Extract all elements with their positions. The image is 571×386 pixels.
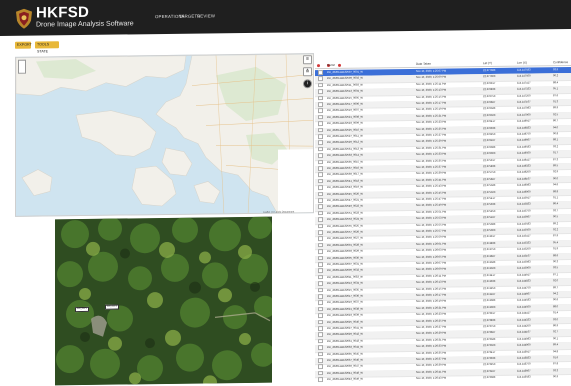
row-checkbox[interactable] <box>318 370 323 376</box>
row-checkbox[interactable] <box>318 178 323 184</box>
row-checkbox[interactable] <box>318 127 323 133</box>
export-button[interactable]: EXPORT <box>15 41 32 49</box>
table-cell: 114.143583 <box>517 375 531 379</box>
row-checkbox[interactable] <box>318 294 323 299</box>
row-checkbox[interactable] <box>318 70 323 75</box>
row-checkbox[interactable] <box>318 345 323 350</box>
row-checkbox[interactable] <box>318 153 323 158</box>
row-checkbox[interactable] <box>318 204 323 210</box>
column-date-taken[interactable]: Date Taken <box>416 62 431 66</box>
row-checkbox[interactable] <box>318 140 323 146</box>
row-checkbox[interactable] <box>318 338 323 344</box>
row-checkbox[interactable] <box>318 198 323 203</box>
row-checkbox[interactable] <box>318 95 323 101</box>
table-cell: 90.9 <box>553 375 559 379</box>
row-checkbox[interactable] <box>318 262 323 267</box>
top-bar: HKFSD Drone Image Analysis Software OPER… <box>0 0 571 37</box>
app-subtitle: Drone Image Analysis Software <box>36 20 134 29</box>
table-cell: 22.273083 <box>483 376 496 380</box>
table-body: DJI_20201111132507_0001_W Nov 10, 2020, 1… <box>315 51 571 383</box>
row-checkbox[interactable] <box>318 76 323 82</box>
row-checkbox[interactable] <box>318 210 323 216</box>
row-checkbox[interactable] <box>318 89 323 94</box>
share-icon[interactable]: ⋔ <box>303 67 312 77</box>
column-lon[interactable]: Lon (X) <box>517 61 527 65</box>
row-checkbox[interactable] <box>318 134 323 139</box>
row-checkbox[interactable] <box>318 377 323 382</box>
row-checkbox[interactable] <box>318 172 323 178</box>
zoom-control[interactable] <box>18 59 26 74</box>
aerial-image[interactable]: DJI_0071 DJI_0073 <box>55 216 272 386</box>
table-toolbar <box>317 54 344 68</box>
row-checkbox[interactable] <box>318 300 323 306</box>
row-checkbox[interactable] <box>318 364 323 370</box>
map-view[interactable] <box>15 53 314 217</box>
row-checkbox[interactable] <box>318 313 323 318</box>
info-icon[interactable]: i <box>303 79 312 89</box>
row-checkbox[interactable] <box>318 287 323 293</box>
row-checkbox[interactable] <box>318 351 323 357</box>
tools-state-button[interactable]: TOOLS STATE <box>35 41 59 54</box>
row-checkbox[interactable] <box>318 114 323 120</box>
map-toolbar: ≡ ⋔ i <box>303 55 312 91</box>
column-name[interactable]: Name <box>327 63 335 67</box>
row-checkbox[interactable] <box>318 242 323 248</box>
detection-tag[interactable]: DJI_0073 <box>105 304 119 310</box>
row-checkbox[interactable] <box>318 223 323 229</box>
row-checkbox[interactable] <box>318 159 323 165</box>
map-canvas <box>15 53 314 217</box>
layers-icon[interactable]: ≡ <box>303 55 312 65</box>
row-checkbox[interactable] <box>318 332 323 338</box>
row-checkbox[interactable] <box>318 249 323 254</box>
image-table: Name Date Taken Lat (Y) Lon (X) Confiden… <box>315 51 571 383</box>
table-cell: DJI_20201111132643_0049_W <box>327 377 363 382</box>
row-checkbox[interactable] <box>318 185 323 190</box>
aerial-photo <box>55 216 272 386</box>
row-checkbox[interactable] <box>318 306 323 312</box>
column-lat[interactable]: Lat (Y) <box>483 61 492 65</box>
row-checkbox[interactable] <box>318 268 323 274</box>
map-attribution: Leaflet | © Lands Department <box>263 210 295 214</box>
row-checkbox[interactable] <box>318 82 323 88</box>
row-checkbox[interactable] <box>318 236 323 242</box>
app-window: HKFSD Drone Image Analysis Software OPER… <box>0 0 571 386</box>
row-checkbox[interactable] <box>318 166 323 171</box>
row-checkbox[interactable] <box>318 281 323 286</box>
row-checkbox[interactable] <box>318 108 323 114</box>
row-checkbox[interactable] <box>318 255 323 261</box>
app-title: HKFSD <box>36 3 90 22</box>
detection-tag[interactable]: DJI_0071 <box>75 306 89 312</box>
row-checkbox[interactable] <box>318 358 323 363</box>
row-checkbox[interactable] <box>318 230 323 235</box>
row-checkbox[interactable] <box>318 326 323 331</box>
row-checkbox[interactable] <box>318 146 323 152</box>
fire-services-badge-icon <box>16 8 32 29</box>
row-checkbox[interactable] <box>318 319 323 325</box>
row-checkbox[interactable] <box>318 121 323 126</box>
row-checkbox[interactable] <box>318 191 323 197</box>
nav-review[interactable]: REVIEW <box>197 13 215 18</box>
row-checkbox[interactable] <box>318 102 323 107</box>
row-checkbox[interactable] <box>318 217 323 222</box>
table-cell: Nov 10, 2020, 1:26:43 PM <box>416 376 447 381</box>
column-confidence[interactable]: Confidence <box>553 60 568 64</box>
row-checkbox[interactable] <box>318 274 323 280</box>
